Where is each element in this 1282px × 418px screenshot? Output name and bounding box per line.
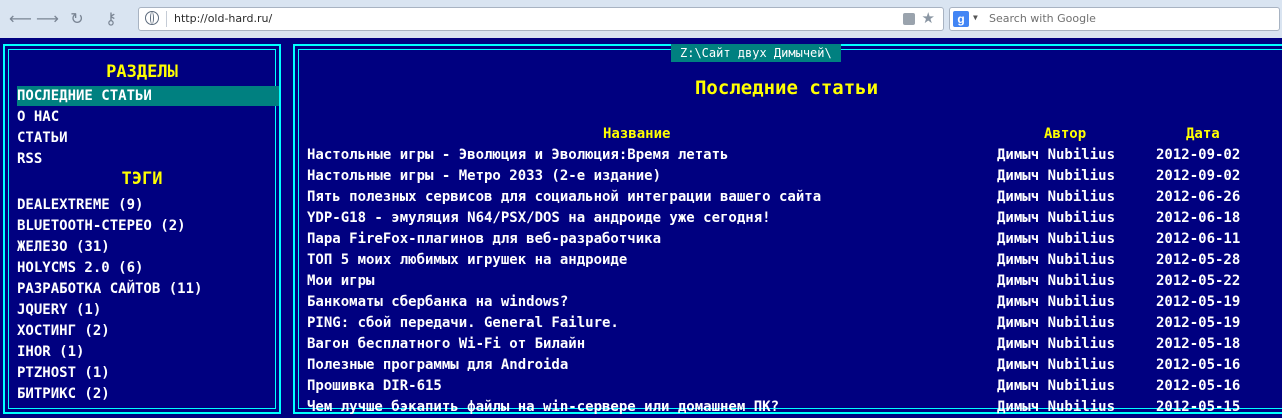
article-author: Димыч Nubilius — [997, 357, 1116, 373]
table-row: ТОП 5 моих любимых игрушек на андроиде Ди… — [307, 250, 1282, 271]
key-icon[interactable]: ⚷ — [98, 9, 124, 29]
article-title-link[interactable]: Вагон бесплатного Wi-Fi от Билайн — [307, 334, 585, 355]
url-text[interactable]: http://old-hard.ru/ — [174, 12, 272, 25]
article-author: Димыч Nubilius — [997, 231, 1116, 247]
back-icon[interactable]: ⟵ — [9, 9, 32, 29]
article-date: 2012-06-11 — [1156, 231, 1241, 247]
article-title-link[interactable]: Пара FireFox-плагинов для веб-разработчи… — [307, 229, 661, 250]
article-author: Димыч Nubilius — [997, 147, 1116, 163]
article-author: Димыч Nubilius — [997, 189, 1116, 205]
tag-item[interactable]: PTZHOST (1) — [17, 363, 110, 383]
article-author: Димыч Nubilius — [997, 336, 1116, 352]
article-author: Димыч Nubilius — [997, 399, 1116, 415]
tag-item[interactable]: DEALEXTREME (9) — [17, 195, 143, 215]
main-panel: Z:\Сайт двух Димычей\ Последние статьи Н… — [293, 44, 1282, 415]
column-header-title: Название — [603, 126, 671, 142]
article-title-link[interactable]: Настольные игры - Метро 2033 (2-е издани… — [307, 166, 661, 187]
article-author: Димыч Nubilius — [997, 315, 1116, 331]
tag-item[interactable]: IHOR (1) — [17, 342, 84, 362]
article-title-link[interactable]: Прошивка DIR-615 — [307, 376, 442, 397]
address-separator — [166, 11, 167, 27]
sections-heading: РАЗДЕЛЫ — [106, 62, 178, 82]
article-title-link[interactable]: Пять полезных сервисов для социальной ин… — [307, 187, 821, 208]
tag-item[interactable]: HOLYCMS 2.0 (6) — [17, 258, 143, 278]
address-bar[interactable]: http://old-hard.ru/ ★ — [138, 7, 944, 31]
window-title: Z:\Сайт двух Димычей\ — [671, 44, 841, 62]
article-author: Димыч Nubilius — [997, 168, 1116, 184]
table-row: Банкоматы сбербанка на windows? Димыч Nub… — [307, 292, 1282, 313]
table-row: Чем лучше бэкапить файлы на win-сервере … — [307, 397, 1282, 418]
tag-item[interactable]: BLUETOOTH-СТЕРЕО (2) — [17, 216, 186, 236]
article-date: 2012-09-02 — [1156, 168, 1241, 184]
article-title-link[interactable]: PING: сбой передачи. General Failure. — [307, 313, 619, 334]
table-row: PING: сбой передачи. General Failure. Дим… — [307, 313, 1282, 334]
page-title: Последние статьи — [694, 77, 879, 99]
tag-item[interactable]: JQUERY (1) — [17, 300, 101, 320]
article-date: 2012-05-16 — [1156, 357, 1241, 373]
article-date: 2012-09-02 — [1156, 147, 1241, 163]
sidebar-item-latest[interactable]: ПОСЛЕДНИЕ СТАТЬИ — [17, 86, 279, 106]
tag-item[interactable]: ЖЕЛЕЗО (31) — [17, 237, 110, 257]
sidebar: РАЗДЕЛЫ ПОСЛЕДНИЕ СТАТЬИ О НАС СТАТЬИ RS… — [3, 44, 281, 414]
tag-item[interactable]: ХОСТИНГ (2) — [17, 321, 110, 341]
tag-item[interactable]: БИТРИКС (2) — [17, 384, 110, 404]
article-date: 2012-06-26 — [1156, 189, 1241, 205]
article-date: 2012-05-19 — [1156, 315, 1241, 331]
table-row: Прошивка DIR-615 Димыч Nubilius 2012-05-16 — [307, 376, 1282, 397]
column-header-date: Дата — [1186, 126, 1220, 142]
article-date: 2012-05-22 — [1156, 273, 1241, 289]
article-title-link[interactable]: ТОП 5 моих любимых игрушек на андроиде — [307, 250, 627, 271]
article-date: 2012-05-28 — [1156, 252, 1241, 268]
article-title-link[interactable]: Полезные программы для Androida — [307, 355, 568, 376]
bookmark-star-icon[interactable]: ★ — [922, 9, 935, 27]
table-row: Пять полезных сервисов для социальной ин… — [307, 187, 1282, 208]
chevron-down-icon[interactable]: ▼ — [973, 13, 978, 22]
table-row: Пара FireFox-плагинов для веб-разработчи… — [307, 229, 1282, 250]
table-row: YDP-G18 - эмуляция N64/PSX/DOS на андрои… — [307, 208, 1282, 229]
article-title-link[interactable]: Мои игры — [307, 271, 374, 292]
tag-item[interactable]: РАЗРАБОТКА САЙТОВ (11) — [17, 279, 202, 299]
article-title-link[interactable]: YDP-G18 - эмуляция N64/PSX/DOS на андрои… — [307, 208, 771, 229]
article-date: 2012-05-19 — [1156, 294, 1241, 310]
sidebar-item-articles[interactable]: СТАТЬИ — [17, 128, 68, 148]
article-author: Димыч Nubilius — [997, 273, 1116, 289]
article-title-link[interactable]: Банкоматы сбербанка на windows? — [307, 292, 568, 313]
forward-icon[interactable]: ⟶ — [36, 9, 59, 29]
article-author: Димыч Nubilius — [997, 378, 1116, 394]
rss-icon[interactable] — [903, 13, 915, 25]
article-author: Димыч Nubilius — [997, 252, 1116, 268]
article-title-link[interactable]: Чем лучше бэкапить файлы на win-сервере … — [307, 397, 779, 418]
article-title-link[interactable]: Настольные игры - Эволюция и Эволюция:Вр… — [307, 145, 728, 166]
page: РАЗДЕЛЫ ПОСЛЕДНИЕ СТАТЬИ О НАС СТАТЬИ RS… — [0, 38, 1282, 415]
article-author: Димыч Nubilius — [997, 210, 1116, 226]
table-row: Настольные игры - Эволюция и Эволюция:Вр… — [307, 145, 1282, 166]
reload-icon[interactable]: ↻ — [67, 9, 87, 29]
article-date: 2012-06-18 — [1156, 210, 1241, 226]
google-icon[interactable]: g — [953, 11, 969, 27]
tags-heading: ТЭГИ — [121, 169, 163, 189]
article-date: 2012-05-18 — [1156, 336, 1241, 352]
search-input[interactable]: Search with Google — [989, 12, 1096, 25]
article-date: 2012-05-16 — [1156, 378, 1241, 394]
table-row: Вагон бесплатного Wi-Fi от Билайн Димыч N… — [307, 334, 1282, 355]
article-date: 2012-05-15 — [1156, 399, 1241, 415]
table-row: Мои игры Димыч Nubilius 2012-05-22 — [307, 271, 1282, 292]
sidebar-item-rss[interactable]: RSS — [17, 149, 42, 169]
search-box[interactable]: g ▼ Search with Google — [949, 7, 1280, 31]
article-author: Димыч Nubilius — [997, 294, 1116, 310]
globe-icon — [145, 11, 159, 25]
column-header-author: Автор — [1044, 126, 1087, 142]
table-row: Настольные игры - Метро 2033 (2-е издани… — [307, 166, 1282, 187]
browser-toolbar: ⟵ ⟶ ↻ ⚷ http://old-hard.ru/ ★ g ▼ Search… — [0, 0, 1282, 39]
sidebar-item-about[interactable]: О НАС — [17, 107, 59, 127]
table-row: Полезные программы для Androida Димыч Nub… — [307, 355, 1282, 376]
